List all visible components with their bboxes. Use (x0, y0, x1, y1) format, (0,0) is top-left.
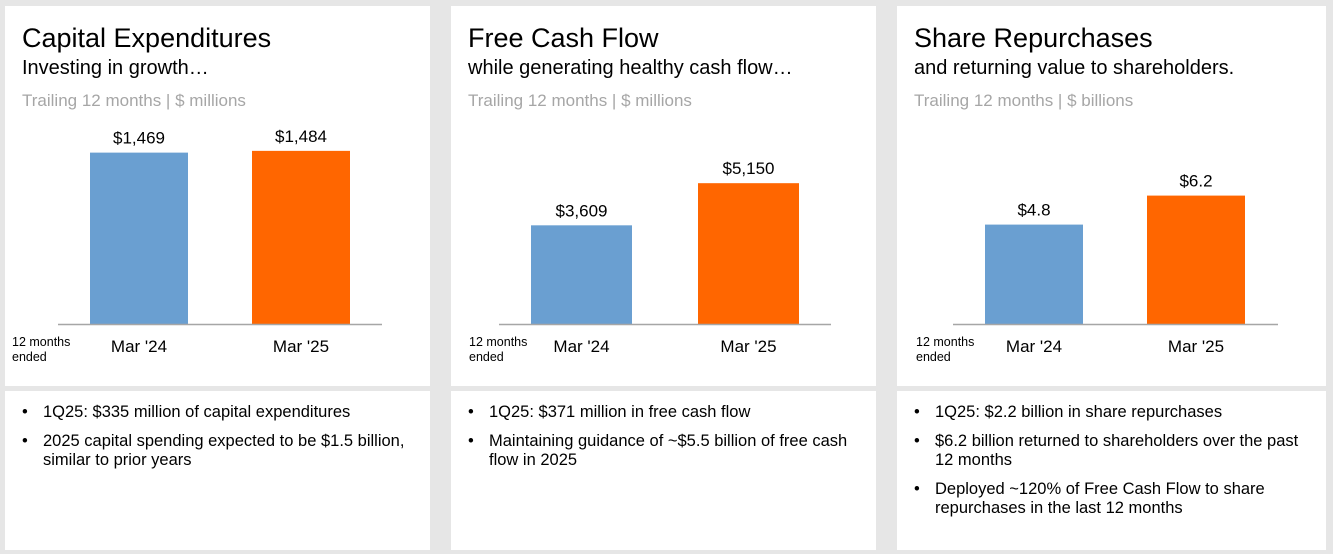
period-label: 12 months ended (12, 335, 82, 365)
category-label: Mar '24 (553, 337, 609, 356)
data-label: $6.2 (1179, 172, 1212, 191)
bar-prior (531, 225, 632, 324)
data-label: $5,150 (723, 159, 775, 178)
bullet-list: 1Q25: $2.2 billion in share repurchases … (914, 403, 1312, 528)
fcf-chart: $3,609 Mar '24 $5,150 Mar '25 (499, 159, 831, 356)
bullet-item: $6.2 billion returned to shareholders ov… (914, 432, 1312, 471)
bar-prior (90, 152, 188, 324)
period-label-line2: ended (469, 350, 504, 364)
share-repurchases-chart: $4.8 Mar '24 $6.2 Mar '25 (953, 172, 1278, 356)
category-label: Mar '25 (1168, 337, 1224, 356)
data-label: $3,609 (556, 201, 608, 220)
bullet-item: Deployed ~120% of Free Cash Flow to shar… (914, 480, 1312, 519)
fcf-notes-panel: 1Q25: $371 million in free cash flow Mai… (451, 391, 876, 550)
period-label-line2: ended (916, 350, 951, 364)
category-label: Mar '24 (1006, 337, 1062, 356)
period-label: 12 months ended (916, 335, 986, 365)
data-label: $1,484 (275, 127, 327, 146)
bullet-item: 1Q25: $335 million of capital expenditur… (22, 403, 416, 423)
category-label: Mar '25 (273, 337, 329, 356)
bullet-item: 2025 capital spending expected to be $1.… (22, 432, 416, 471)
data-label: $4.8 (1017, 201, 1050, 220)
fcf-panel: Free Cash Flow while generating healthy … (451, 6, 876, 386)
period-label-line2: ended (12, 350, 47, 364)
bullet-list: 1Q25: $335 million of capital expenditur… (22, 403, 416, 480)
period-label-line1: 12 months (469, 335, 528, 349)
bullet-item: 1Q25: $371 million in free cash flow (468, 403, 862, 423)
data-label: $1,469 (113, 129, 165, 148)
capex-chart: $1,469 Mar '24 $1,484 Mar '25 (58, 127, 382, 356)
bullet-item: Maintaining guidance of ~$5.5 billion of… (468, 432, 862, 471)
share-repurchases-panel: Share Repurchases and returning value to… (897, 6, 1326, 386)
category-label: Mar '25 (720, 337, 776, 356)
period-label-line1: 12 months (12, 335, 71, 349)
bar-current (698, 183, 799, 324)
capex-notes-panel: 1Q25: $335 million of capital expenditur… (5, 391, 430, 550)
bar-current (252, 150, 350, 324)
bar-current (1147, 195, 1245, 324)
capex-panel: Capital Expenditures Investing in growth… (5, 6, 430, 386)
category-label: Mar '24 (111, 337, 167, 356)
period-label: 12 months ended (469, 335, 539, 365)
share-repurchases-notes-panel: 1Q25: $2.2 billion in share repurchases … (897, 391, 1326, 550)
bar-prior (985, 224, 1083, 324)
period-label-line1: 12 months (916, 335, 975, 349)
bullet-item: 1Q25: $2.2 billion in share repurchases (914, 403, 1312, 423)
bullet-list: 1Q25: $371 million in free cash flow Mai… (468, 403, 862, 480)
